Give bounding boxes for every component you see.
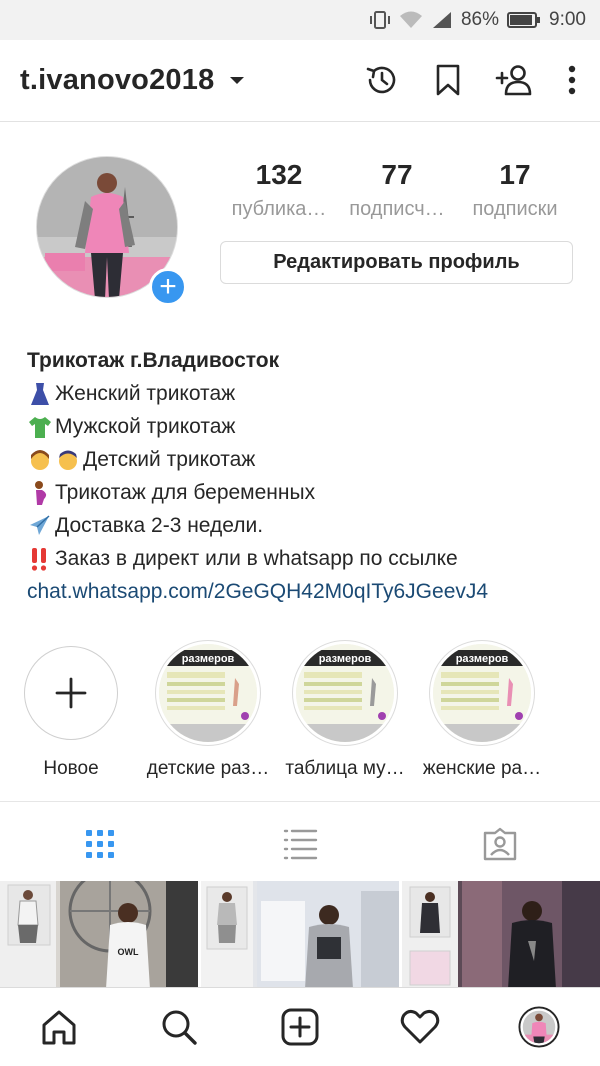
home-icon[interactable]	[38, 1006, 80, 1048]
plus-icon	[55, 677, 87, 709]
pregnant-woman-emoji-icon	[35, 480, 47, 505]
bio-whatsapp-link[interactable]: chat.whatsapp.com/2GeGQH42M0qITy6JGeevJ4	[27, 575, 587, 608]
edit-profile-button[interactable]: Редактировать профиль	[220, 241, 573, 284]
activity-heart-icon[interactable]	[399, 1006, 441, 1048]
bio-line: Детский трикотаж	[27, 443, 587, 476]
boy-emoji-icon	[59, 450, 77, 470]
stat-followers[interactable]: 77 подписч…	[338, 158, 456, 221]
tab-list[interactable]	[280, 824, 320, 864]
profile-avatar[interactable]: +	[36, 156, 187, 306]
profile-tabs	[0, 801, 600, 881]
discover-people-icon[interactable]	[494, 60, 534, 100]
highlight-label: женские ра…	[422, 758, 542, 779]
bio-line: Доставка 2-3 недели.	[27, 509, 587, 542]
profile-avatar-tab[interactable]	[518, 1006, 560, 1048]
profile-bio: Трикотаж г.Владивосток Женский трикотаж …	[27, 344, 587, 608]
list-icon	[283, 829, 318, 860]
highlight-item[interactable]: размеров таблица му…	[280, 640, 410, 780]
highlight-label: таблица му…	[285, 758, 405, 779]
highlight-new[interactable]: Новое	[6, 640, 136, 780]
girl-emoji-icon	[31, 449, 49, 470]
dress-emoji-icon	[31, 382, 49, 405]
add-story-plus-icon[interactable]: +	[149, 268, 187, 306]
highlight-label: Новое	[43, 758, 99, 779]
story-highlights: Новое размеров детские раз… размеров таб…	[0, 640, 600, 785]
posts-grid: OWL	[0, 881, 600, 989]
chevron-down-icon	[230, 77, 245, 84]
highlight-item[interactable]: размеров детские раз…	[143, 640, 273, 780]
highlight-thumbnail: размеров	[296, 644, 394, 742]
tab-grid[interactable]	[80, 824, 120, 864]
bio-name: Трикотаж г.Владивосток	[27, 349, 280, 372]
post-thumbnail[interactable]	[201, 881, 399, 989]
highlight-thumb-title: размеров	[319, 653, 372, 665]
wifi-icon	[399, 10, 423, 30]
new-highlight-ring	[24, 646, 118, 740]
clock: 9:00	[549, 9, 586, 30]
more-options-icon[interactable]	[560, 60, 584, 100]
search-icon[interactable]	[158, 1006, 200, 1048]
battery-percent: 86%	[460, 9, 500, 30]
tshirt-emoji-icon	[29, 416, 51, 438]
bio-line: Трикотаж для беременных	[27, 476, 587, 509]
highlight-thumbnail: размеров	[433, 644, 531, 742]
highlight-ring: размеров	[155, 640, 261, 746]
highlight-thumb-title: размеров	[456, 653, 509, 665]
highlight-thumbnail: размеров	[159, 644, 257, 742]
vibrate-icon	[369, 10, 391, 30]
stat-following[interactable]: 17 подписки	[456, 158, 574, 221]
following-count: 17	[499, 159, 531, 190]
new-post-icon[interactable]	[279, 1006, 321, 1048]
profile-stats: 132 публика… 77 подписч… 17 подписки	[220, 158, 574, 221]
username-label: t.ivanovo2018	[20, 64, 215, 96]
bio-line: Заказ в директ или в whatsapp по ссылке	[27, 542, 587, 575]
saved-bookmark-icon[interactable]	[428, 60, 468, 100]
following-label: подписки	[472, 198, 558, 220]
signal-icon	[431, 10, 453, 30]
highlight-ring: размеров	[292, 640, 398, 746]
archive-icon[interactable]	[362, 60, 402, 100]
bio-line: Женский трикотаж	[27, 377, 587, 410]
highlight-thumb-title: размеров	[182, 653, 235, 665]
followers-count: 77	[381, 159, 413, 190]
battery-icon	[507, 11, 541, 29]
double-exclamation-emoji-icon	[31, 547, 47, 571]
highlight-ring: размеров	[429, 640, 535, 746]
status-icons: 86% 9:00	[369, 8, 586, 32]
status-bar: 86% 9:00	[0, 0, 600, 40]
highlight-item[interactable]: размеров женские ра…	[417, 640, 547, 780]
stat-posts[interactable]: 132 публика…	[220, 158, 338, 221]
posts-count: 132	[255, 159, 303, 190]
highlight-label: детские раз…	[146, 758, 270, 779]
tagged-user-icon	[483, 827, 517, 861]
tab-tagged[interactable]	[480, 824, 520, 864]
grid-icon	[86, 830, 114, 858]
bio-line: Мужской трикотаж	[27, 410, 587, 443]
account-switcher[interactable]: t.ivanovo2018	[20, 64, 245, 97]
posts-label: публика…	[231, 198, 327, 220]
bottom-navigation	[0, 987, 600, 1066]
post-shirt-print: OWL	[118, 947, 139, 957]
airplane-emoji-icon	[30, 514, 50, 535]
followers-label: подписч…	[349, 198, 445, 220]
profile-header-bar: t.ivanovo2018	[0, 40, 600, 122]
post-thumbnail[interactable]: OWL	[0, 881, 198, 989]
post-thumbnail[interactable]	[402, 881, 600, 989]
